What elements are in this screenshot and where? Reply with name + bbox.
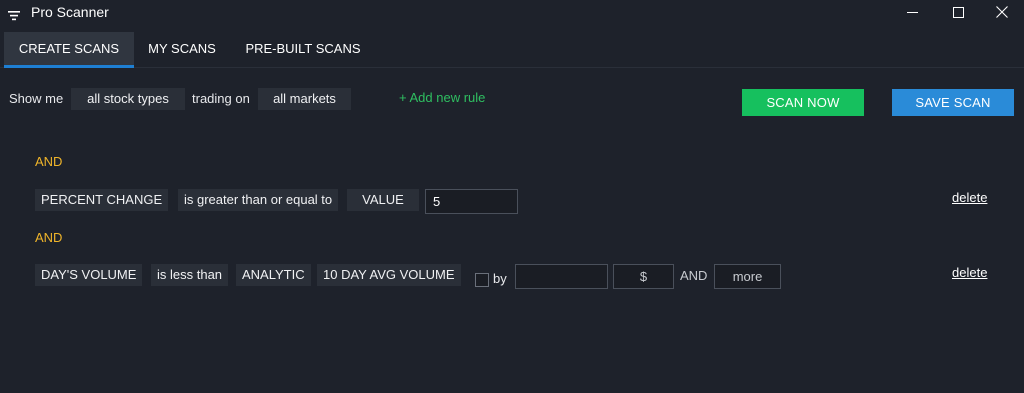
add-new-rule-link[interactable]: + Add new rule: [399, 89, 485, 107]
title-bar: Pro Scanner: [0, 0, 1024, 27]
tab-pre-built-scans[interactable]: PRE-BUILT SCANS: [234, 32, 372, 68]
more-select[interactable]: more: [714, 264, 781, 289]
stock-types-select[interactable]: all stock types: [71, 88, 185, 110]
tab-my-scans[interactable]: MY SCANS: [140, 32, 224, 68]
rule-value-input[interactable]: 5: [425, 189, 518, 214]
markets-select[interactable]: all markets: [258, 88, 351, 110]
delete-rule-link[interactable]: delete: [952, 264, 987, 282]
by-label: by: [493, 271, 507, 286]
tab-bar: CREATE SCANS MY SCANS PRE-BUILT SCANS: [0, 30, 1024, 68]
close-button[interactable]: [979, 0, 1024, 27]
show-me-label: Show me: [9, 91, 64, 106]
and-connector: AND: [35, 230, 63, 245]
minimize-icon: [906, 5, 918, 23]
and-connector: AND: [35, 154, 63, 169]
unit-select[interactable]: $: [613, 264, 674, 289]
rule-field-select[interactable]: PERCENT CHANGE: [35, 189, 169, 211]
by-checkbox[interactable]: [475, 273, 489, 287]
menu-icon[interactable]: [8, 8, 20, 21]
window-title: Pro Scanner: [31, 4, 109, 20]
delete-rule-link[interactable]: delete: [952, 189, 987, 207]
maximize-button[interactable]: [935, 0, 981, 27]
rule-operator-select[interactable]: is less than: [151, 264, 229, 286]
tab-create-scans[interactable]: CREATE SCANS: [4, 32, 134, 68]
scan-now-button[interactable]: SCAN NOW: [742, 89, 864, 116]
close-icon: [996, 5, 1008, 23]
rule-analytic-select[interactable]: 10 DAY AVG VOLUME: [317, 264, 461, 286]
maximize-icon: [952, 5, 964, 23]
minimize-button[interactable]: [889, 0, 935, 27]
rule-field-select[interactable]: DAY'S VOLUME: [35, 264, 143, 286]
rule-compare-type-select[interactable]: ANALYTIC: [236, 264, 311, 286]
and-label: AND: [680, 268, 708, 283]
save-scan-button[interactable]: SAVE SCAN: [892, 89, 1014, 116]
rule-operator-select[interactable]: is greater than or equal to: [178, 189, 339, 211]
rule-compare-type-select[interactable]: VALUE: [347, 189, 419, 211]
trading-on-label: trading on: [192, 91, 250, 106]
by-value-input[interactable]: [515, 264, 608, 289]
